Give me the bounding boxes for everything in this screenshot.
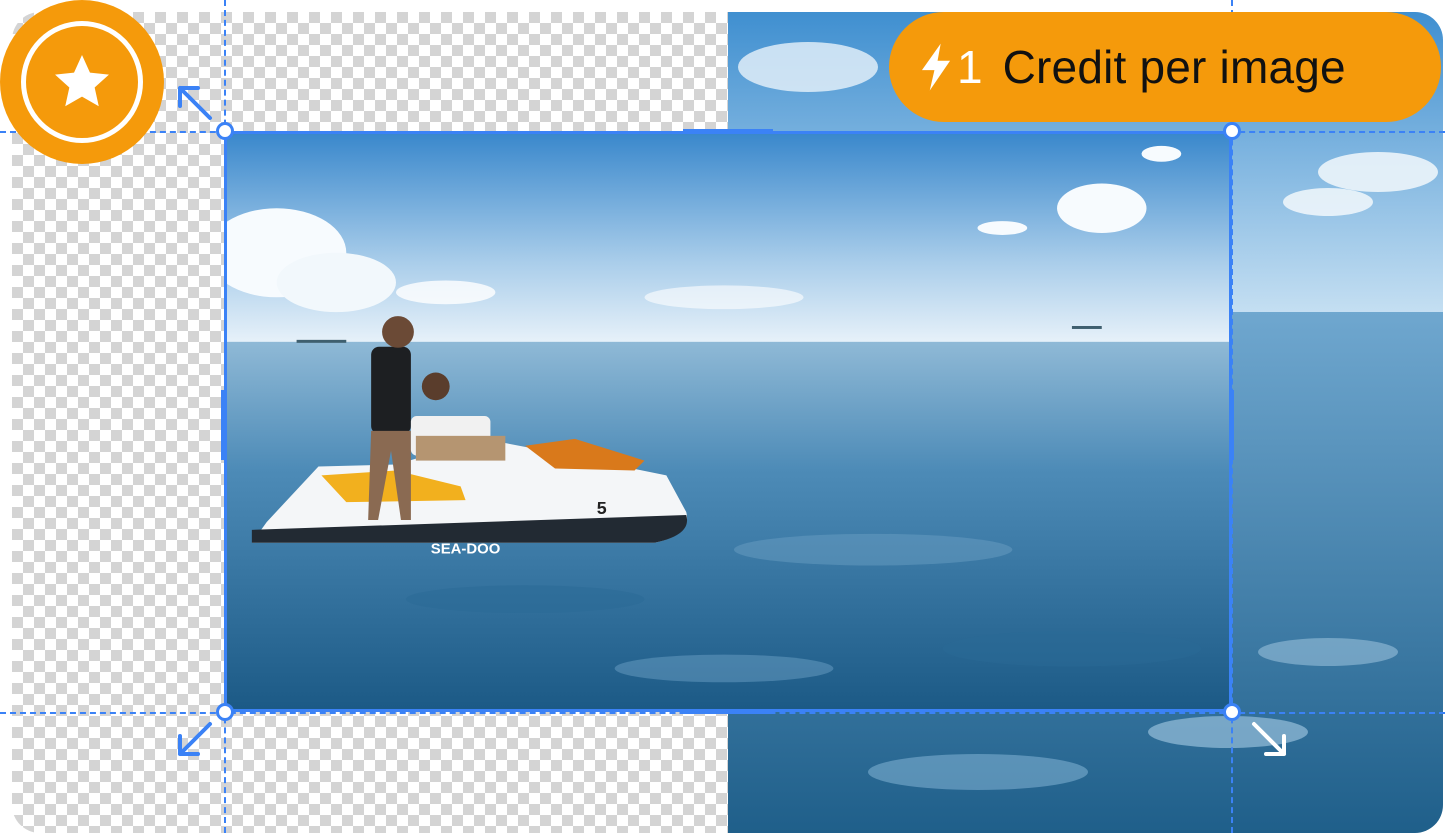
left-edge-handle[interactable] (221, 390, 226, 460)
selected-image-area[interactable]: SEA-DOO 5 (224, 131, 1232, 712)
lightning-bolt-icon (921, 43, 951, 91)
arrow-down-right-icon (1252, 722, 1286, 756)
svg-text:5: 5 (597, 498, 607, 518)
credit-cost-badge: 1 Credit per image (889, 12, 1441, 122)
resize-handle-top-left[interactable] (216, 122, 234, 140)
resize-handle-top-right[interactable] (1223, 122, 1241, 140)
arrow-up-left-icon (178, 86, 212, 120)
arrow-down-left-icon (178, 722, 212, 756)
resize-handle-bottom-right[interactable] (1223, 703, 1241, 721)
resize-editor: SEA-DOO 5 1 Credit per image (0, 0, 1445, 833)
resize-handle-bottom-left[interactable] (216, 703, 234, 721)
right-edge-handle[interactable] (1229, 390, 1234, 460)
credit-label: Credit per image (1002, 41, 1346, 93)
svg-text:SEA-DOO: SEA-DOO (431, 542, 501, 558)
top-edge-handle[interactable] (683, 129, 773, 134)
badge-ring (21, 21, 143, 143)
credit-count: 1 (957, 41, 983, 93)
premium-badge (0, 0, 164, 164)
star-icon (55, 55, 109, 107)
bottom-edge-handle[interactable] (683, 709, 773, 714)
